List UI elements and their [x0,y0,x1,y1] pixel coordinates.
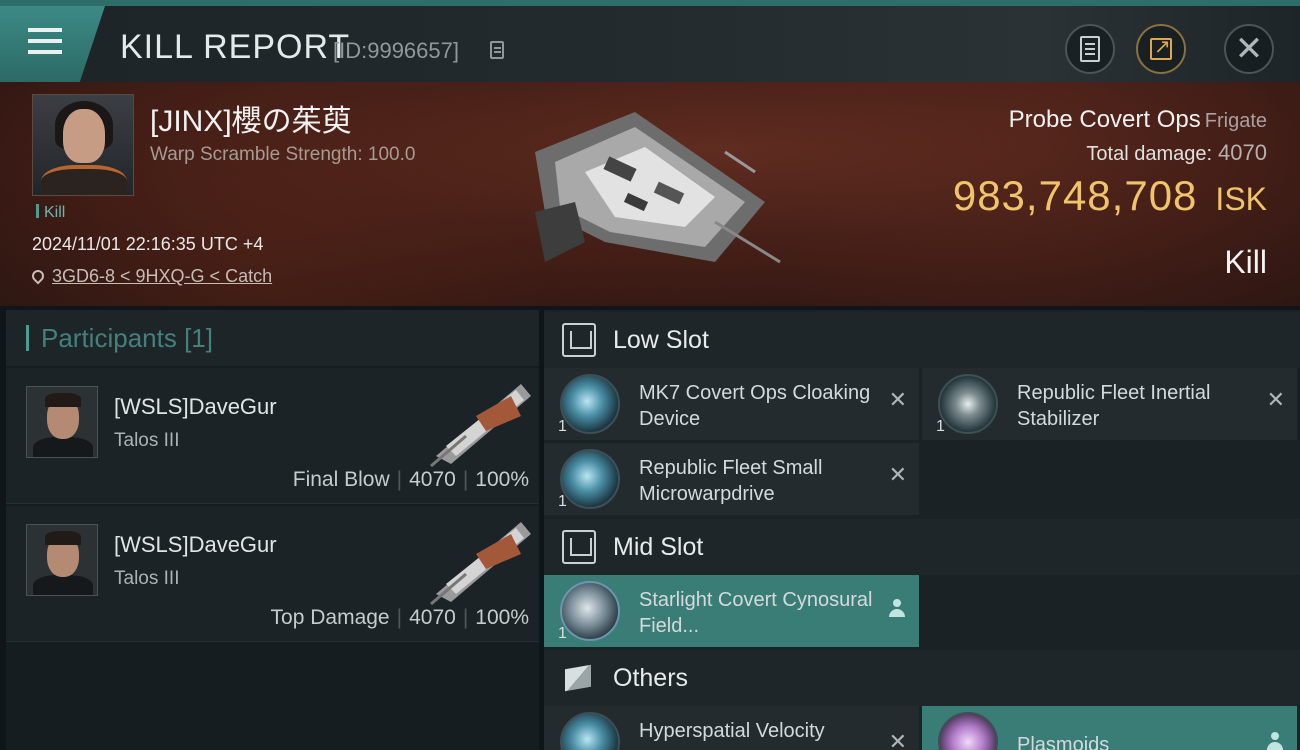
cargo-box-icon [562,661,596,695]
hyperspatial-rig-icon [560,712,620,750]
others-header: Others [544,650,1300,706]
cynosural-field-icon [560,581,620,641]
participant-name: [WSLS]DaveGur [114,394,277,419]
participant-percent: 100% [475,468,529,491]
module-quantity: 1 [936,418,945,435]
ship-name: Probe Covert Ops [1008,106,1201,133]
menu-button[interactable] [0,6,105,82]
header-bar: KILL REPORT [ID:9996657] ✕ [0,0,1300,82]
isk-value-row: 983,748,708 ISK [953,172,1267,220]
victim-ship-type: Probe Covert Ops Frigate [1009,106,1267,134]
plasmoids-icon [938,712,998,750]
participant-damage: 4070 [409,606,456,629]
destroyed-icon: ✕ [888,463,907,488]
low-slot-header: Low Slot [544,312,1300,368]
total-damage: Total damage: 4070 [1086,140,1267,166]
module-name: Plasmoids [1017,734,1110,750]
module-quantity: 1 [558,493,567,510]
participants-panel: Participants [1] [WSLS]DaveGur Talos III… [6,310,539,750]
module-quantity: 1 [558,418,567,435]
copy-id-icon[interactable] [490,41,504,59]
result-label: Kill [1224,244,1267,280]
kill-location[interactable]: 3GD6-8 < 9HXQ-G < Catch [29,266,272,287]
participant-row[interactable]: [WSLS]DaveGur Talos III Top Damage | 4070 |… [6,506,539,642]
participant-row[interactable]: [WSLS]DaveGur Talos III Final Blow | 4070 |… [6,368,539,504]
dropped-person-icon [889,599,905,619]
low-slot-title: Low Slot [613,325,709,354]
participant-role: Final Blow [292,468,390,491]
participant-stats: Final Blow | 4070 | 100% [292,468,529,491]
module-name: Hyperspatial Velocity [639,720,825,742]
participant-name: [WSLS]DaveGur [114,532,277,557]
cloaking-device-icon [560,374,620,434]
report-document-button[interactable] [1065,24,1115,74]
module-item[interactable]: 1 Republic Fleet Inertial Stabilizer ✕ [922,368,1297,440]
victim-banner: [JINX]櫻の茱萸 Warp Scramble Strength: 100.0… [0,82,1300,306]
module-quantity: 1 [558,625,567,642]
microwarpdrive-icon [560,449,620,509]
location-link[interactable]: 3GD6-8 < 9HXQ-G < Catch [52,266,272,286]
module-name: Republic Fleet Inertial Stabilizer [1017,382,1211,430]
participant-ship: Talos III [114,568,180,589]
destroyed-icon: ✕ [888,730,907,750]
module-item[interactable]: Plasmoids [922,706,1297,750]
participant-portrait[interactable] [26,386,98,458]
participant-ship: Talos III [114,430,180,451]
module-item[interactable]: Hyperspatial Velocity ✕ [544,706,919,750]
participants-title: Participants [41,322,177,353]
participants-header: Participants [1] [6,310,539,366]
low-slot-icon [562,323,596,357]
participant-percent: 100% [475,606,529,629]
isk-unit: ISK [1215,181,1267,217]
module-item[interactable]: 1 MK7 Covert Ops Cloaking Device ✕ [544,368,919,440]
total-damage-label: Total damage: [1086,143,1213,165]
ship-class: Frigate [1204,110,1267,132]
participant-damage: 4070 [409,468,456,491]
close-icon: ✕ [1234,29,1264,69]
module-item[interactable]: 1 Republic Fleet Small Microwarpdrive ✕ [544,443,919,515]
kill-tag: Kill [36,204,65,222]
mid-slot-title: Mid Slot [613,532,704,561]
mid-slot-icon [562,530,596,564]
victim-portrait[interactable] [32,94,134,196]
share-button[interactable] [1136,24,1186,74]
participants-count: [1] [184,322,213,353]
module-name: Republic Fleet Small Microwarpdrive [639,457,823,505]
dropped-person-icon [1267,732,1283,750]
share-icon [1150,34,1172,60]
hamburger-menu-icon [28,28,62,56]
destroyed-icon: ✕ [1266,388,1285,413]
fitting-panel: Low Slot 1 MK7 Covert Ops Cloaking Devic… [544,310,1300,750]
victim-subtitle: Warp Scramble Strength: 100.0 [150,144,416,165]
kill-datetime: 2024/11/01 22:16:35 UTC +4 [32,234,264,254]
mid-slot-header: Mid Slot [544,519,1300,575]
document-icon [1080,36,1100,62]
participant-role: Top Damage [270,606,390,629]
isk-value: 983,748,708 [952,172,1198,219]
total-damage-value: 4070 [1218,140,1267,165]
module-item[interactable]: 1 Starlight Covert Cynosural Field... [544,575,919,647]
close-button[interactable]: ✕ [1224,24,1274,74]
victim-name[interactable]: [JINX]櫻の茱萸 [150,96,352,140]
module-name: MK7 Covert Ops Cloaking Device [639,382,871,430]
participant-ship-image[interactable] [426,514,536,606]
destroyed-icon: ✕ [888,388,907,413]
report-id: [ID:9996657] [333,38,459,63]
inertial-stabilizer-icon [938,374,998,434]
module-name: Starlight Covert Cynosural Field... [639,589,873,637]
victim-ship-image[interactable] [515,92,785,272]
participant-stats: Top Damage | 4070 | 100% [270,606,529,629]
location-pin-icon [29,267,47,285]
others-title: Others [613,663,689,692]
participant-portrait[interactable] [26,524,98,596]
page-title: KILL REPORT [120,28,351,66]
participant-ship-image[interactable] [426,376,536,468]
